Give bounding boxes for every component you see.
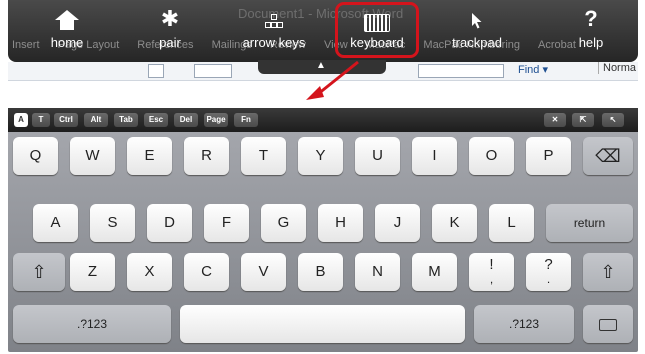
modifier-key-bar: A T Ctrl Alt Tab Esc Del Page Fn ✕ ⇱ ↖ [8,108,638,132]
key-x[interactable]: X [127,253,172,291]
key-h[interactable]: H [318,204,363,242]
key-n[interactable]: N [355,253,400,291]
key-j[interactable]: J [375,204,420,242]
key-d[interactable]: D [147,204,192,242]
share-icon[interactable]: ⇱ [572,113,594,127]
find-button[interactable]: Find ▾ [518,63,548,76]
tab-key[interactable]: Tab [114,113,138,127]
remote-toolbar: Document1 - Microsoft Word Insert Page L… [8,0,638,62]
question-icon: ? [584,6,598,31]
key-question-period[interactable]: ? . [526,253,571,291]
home-button[interactable]: home [30,4,104,58]
page-key[interactable]: Page [204,113,228,127]
key-w[interactable]: W [70,137,115,175]
key-glyph-bottom: , [489,272,494,286]
key-b[interactable]: B [298,253,343,291]
toolbar-collapse-handle[interactable]: ▲ [258,60,386,74]
numbers-key-left[interactable]: .?123 [13,305,171,343]
modifier-key[interactable]: T [32,113,50,127]
key-z[interactable]: Z [70,253,115,291]
bluetooth-icon: ✱ [160,6,180,31]
alt-key[interactable]: Alt [84,113,108,127]
home-icon [30,4,104,34]
key-c[interactable]: C [184,253,229,291]
key-f[interactable]: F [204,204,249,242]
font-size-box [148,64,164,78]
cursor-arrow-icon [440,4,514,34]
keyboard-icon [338,5,416,35]
key-i[interactable]: I [412,137,457,175]
onscreen-keyboard: A T Ctrl Alt Tab Esc Del Page Fn ✕ ⇱ ↖ Q… [8,108,638,352]
key-p[interactable]: P [526,137,571,175]
key-s[interactable]: S [90,204,135,242]
shift-key-left[interactable]: ⇧ [13,253,65,291]
pointer-icon[interactable]: ↖ [602,113,624,127]
ctrl-key[interactable]: Ctrl [54,113,78,127]
close-keyboard-icon[interactable]: ✕ [544,113,566,127]
space-bar[interactable] [180,305,465,343]
shift-key-right[interactable]: ⇧ [583,253,633,291]
arrow-keys-icon [234,4,314,34]
key-u[interactable]: U [355,137,400,175]
format-buttons [194,64,232,78]
pair-button[interactable]: ✱ pair [133,4,207,58]
key-a[interactable]: A [33,204,78,242]
style-box[interactable]: Norma [598,62,636,74]
key-v[interactable]: V [241,253,286,291]
arrow-keys-button[interactable]: arrow keys [234,4,314,58]
key-g[interactable]: G [261,204,306,242]
trackpad-button[interactable]: trackpad [440,4,514,58]
fn-key[interactable]: Fn [234,113,258,127]
help-button[interactable]: ? help [554,4,628,58]
numbers-key-right[interactable]: .?123 [474,305,574,343]
key-m[interactable]: M [412,253,457,291]
keyboard-button[interactable]: keyboard [335,2,419,58]
paragraph-buttons [418,64,504,78]
key-r[interactable]: R [184,137,229,175]
return-key[interactable]: return [546,204,633,242]
key-glyph-top: ! [489,256,494,273]
key-q[interactable]: Q [13,137,58,175]
backspace-key[interactable]: ⌫ [583,137,633,175]
key-y[interactable]: Y [298,137,343,175]
esc-key[interactable]: Esc [144,113,168,127]
key-k[interactable]: K [432,204,477,242]
key-glyph-top: ? [544,256,553,273]
key-exclaim-comma[interactable]: ! , [469,253,514,291]
key-l[interactable]: L [489,204,534,242]
hide-keyboard-icon [599,319,617,331]
key-glyph-bottom: . [546,272,551,286]
collapse-up-icon: ▲ [316,60,326,71]
key-t[interactable]: T [241,137,286,175]
key-e[interactable]: E [127,137,172,175]
del-key[interactable]: Del [174,113,198,127]
keyboard-mode-icon[interactable]: A [14,113,28,127]
key-o[interactable]: O [469,137,514,175]
hide-keyboard-button[interactable] [583,305,633,343]
